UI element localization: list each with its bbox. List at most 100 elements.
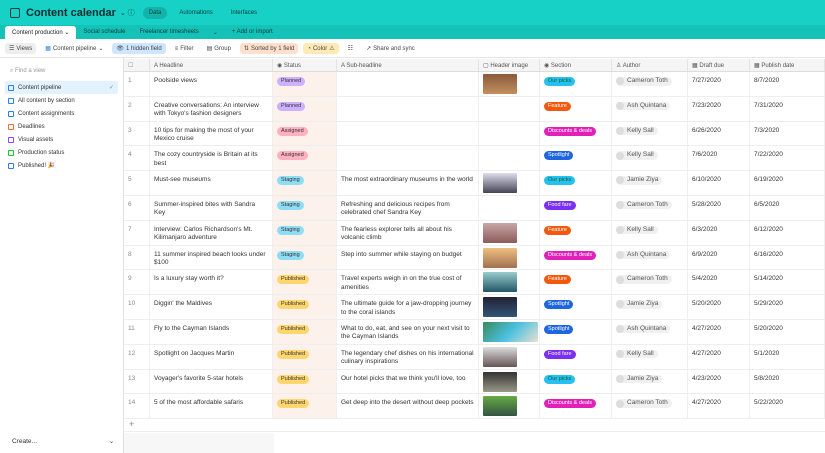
author-cell[interactable]: Cameron Toth [612, 195, 688, 220]
tab-automations[interactable]: Automations [173, 7, 218, 19]
sub-headline-cell[interactable]: Step into summer while staying on budget [337, 245, 479, 270]
column-publish-date[interactable]: ▦ Publish date [750, 59, 825, 71]
draft-due-cell[interactable]: 4/23/2020 [688, 369, 750, 394]
section-cell[interactable]: Discounts & deals [540, 121, 612, 146]
publish-date-cell[interactable]: 8/7/2020 [750, 72, 825, 96]
add-import-button[interactable]: + Add or import [225, 26, 280, 39]
table-row[interactable]: 12 Spotlight on Jacques Martin Published… [124, 344, 825, 370]
table-row[interactable]: 9 Is a luxury stay worth it? Published T… [124, 270, 825, 296]
table-row[interactable]: 8 11 summer inspired beach looks under $… [124, 245, 825, 271]
table-row[interactable]: 1 Poolside views Planned Our picks Camer… [124, 72, 825, 97]
draft-due-cell[interactable]: 7/23/2020 [688, 96, 750, 121]
draft-due-cell[interactable]: 6/3/2020 [688, 220, 750, 245]
publish-date-cell[interactable]: 6/12/2020 [750, 220, 825, 245]
publish-date-cell[interactable]: 5/14/2020 [750, 270, 825, 295]
sub-headline-cell[interactable]: Travel experts weigh in on the true cost… [337, 270, 479, 295]
base-title[interactable]: Content calendar [26, 7, 116, 19]
header-image-thumbnail[interactable] [483, 371, 517, 392]
hidden-fields-button[interactable]: 👁 1 hidden field [112, 43, 166, 54]
table-row[interactable]: 10 Diggin' the Maldives Published The ul… [124, 295, 825, 320]
sidebar-view-item[interactable]: Published! 🎉 [5, 159, 118, 172]
headline-cell[interactable]: Fly to the Cayman Islands [150, 319, 273, 344]
header-image-cell[interactable] [479, 295, 540, 319]
headline-cell[interactable]: Is a luxury stay worth it? [150, 270, 273, 295]
sub-headline-cell[interactable]: Get deep into the desert without deep po… [337, 394, 479, 419]
sub-headline-cell[interactable]: Our hotel picks that we think you'll lov… [337, 369, 479, 394]
table-row[interactable]: 5 Must-see museums Staging The most extr… [124, 171, 825, 196]
table-tab-content-production[interactable]: Content production ⌄ [5, 26, 77, 39]
group-button[interactable]: ▤ Group [203, 43, 235, 54]
header-image-thumbnail[interactable] [483, 321, 538, 342]
draft-due-cell[interactable]: 5/4/2020 [688, 270, 750, 295]
author-cell[interactable]: Kelly Sall [612, 146, 688, 171]
draft-due-cell[interactable]: 7/27/2020 [688, 72, 750, 96]
status-cell[interactable]: Published [273, 319, 337, 344]
header-image-cell[interactable] [479, 195, 540, 220]
publish-date-cell[interactable]: 5/22/2020 [750, 394, 825, 419]
status-cell[interactable]: Staging [273, 220, 337, 245]
share-sync-button[interactable]: ↗ Share and sync [362, 43, 419, 54]
section-cell[interactable]: Spotlight [540, 146, 612, 171]
header-image-cell[interactable] [479, 344, 540, 369]
more-tables-chevron-icon[interactable]: ⌄ [206, 26, 225, 39]
section-cell[interactable]: Our picks [540, 171, 612, 195]
status-cell[interactable]: Published [273, 344, 337, 369]
create-view-button[interactable]: Create... ⌄ [12, 437, 114, 445]
sub-headline-cell[interactable]: The legendary chef dishes on his interna… [337, 344, 479, 369]
sidebar-view-item[interactable]: Content pipeline ✓ [5, 81, 118, 94]
draft-due-cell[interactable]: 4/27/2020 [688, 319, 750, 344]
section-cell[interactable]: Feature [540, 96, 612, 121]
author-cell[interactable]: Jamie Ziya [612, 295, 688, 319]
sub-headline-cell[interactable]: The ultimate guide for a jaw-dropping jo… [337, 295, 479, 319]
header-image-cell[interactable] [479, 171, 540, 195]
draft-due-cell[interactable]: 4/27/2020 [688, 394, 750, 419]
publish-date-cell[interactable]: 7/3/2020 [750, 121, 825, 146]
header-image-cell[interactable] [479, 394, 540, 419]
draft-due-cell[interactable]: 6/9/2020 [688, 245, 750, 270]
publish-date-cell[interactable]: 7/22/2020 [750, 146, 825, 171]
header-image-cell[interactable] [479, 319, 540, 344]
table-row[interactable]: 6 Summer-inspired bites with Sandra Key … [124, 195, 825, 221]
headline-cell[interactable]: 11 summer inspired beach looks under $10… [150, 245, 273, 270]
section-cell[interactable]: Food fare [540, 344, 612, 369]
author-cell[interactable]: Cameron Toth [612, 394, 688, 419]
author-cell[interactable]: Kelly Sall [612, 121, 688, 146]
status-cell[interactable]: Staging [273, 171, 337, 195]
headline-cell[interactable]: Diggin' the Maldives [150, 295, 273, 319]
draft-due-cell[interactable]: 6/26/2020 [688, 121, 750, 146]
sub-headline-cell[interactable]: The fearless explorer tells all about hi… [337, 220, 479, 245]
section-cell[interactable]: Spotlight [540, 319, 612, 344]
author-cell[interactable]: Cameron Toth [612, 72, 688, 96]
header-image-thumbnail[interactable] [483, 272, 517, 293]
header-image-thumbnail[interactable] [483, 346, 517, 367]
status-cell[interactable]: Published [273, 369, 337, 394]
header-image-cell[interactable] [479, 245, 540, 270]
add-record-button[interactable]: + [124, 419, 825, 433]
column-section[interactable]: ◉ Section [540, 59, 612, 71]
tab-data[interactable]: Data [142, 6, 168, 19]
sidebar-view-item[interactable]: Deadlines [5, 120, 118, 133]
table-row[interactable]: 11 Fly to the Cayman Islands Published W… [124, 319, 825, 345]
author-cell[interactable]: Kelly Sall [612, 344, 688, 369]
header-image-cell[interactable] [479, 72, 540, 96]
sub-headline-cell[interactable] [337, 72, 479, 96]
table-row[interactable]: 13 Voyager's favorite 5-star hotels Publ… [124, 369, 825, 395]
section-cell[interactable]: Discounts & deals [540, 394, 612, 419]
table-tab-freelancer-timesheets[interactable]: Freelancer timesheets [132, 26, 205, 39]
table-row[interactable]: 3 10 tips for making the most of your Me… [124, 121, 825, 147]
sub-headline-cell[interactable] [337, 121, 479, 146]
publish-date-cell[interactable]: 7/31/2020 [750, 96, 825, 121]
author-cell[interactable]: Jamie Ziya [612, 171, 688, 195]
table-tab-social-schedule[interactable]: Social schedule [76, 26, 132, 39]
column-headline[interactable]: A Headline [150, 59, 273, 71]
column-author[interactable]: ♙ Author [612, 59, 688, 71]
status-cell[interactable]: Published [273, 295, 337, 319]
draft-due-cell[interactable]: 5/20/2020 [688, 295, 750, 319]
status-cell[interactable]: Published [273, 394, 337, 419]
headline-cell[interactable]: Voyager's favorite 5-star hotels [150, 369, 273, 394]
sidebar-view-item[interactable]: Production status [5, 146, 118, 159]
publish-date-cell[interactable]: 6/19/2020 [750, 171, 825, 195]
status-cell[interactable]: Staging [273, 245, 337, 270]
sidebar-view-item[interactable]: All content by section [5, 94, 118, 107]
view-switcher[interactable]: ▦ Content pipeline ⌄ [41, 43, 107, 54]
